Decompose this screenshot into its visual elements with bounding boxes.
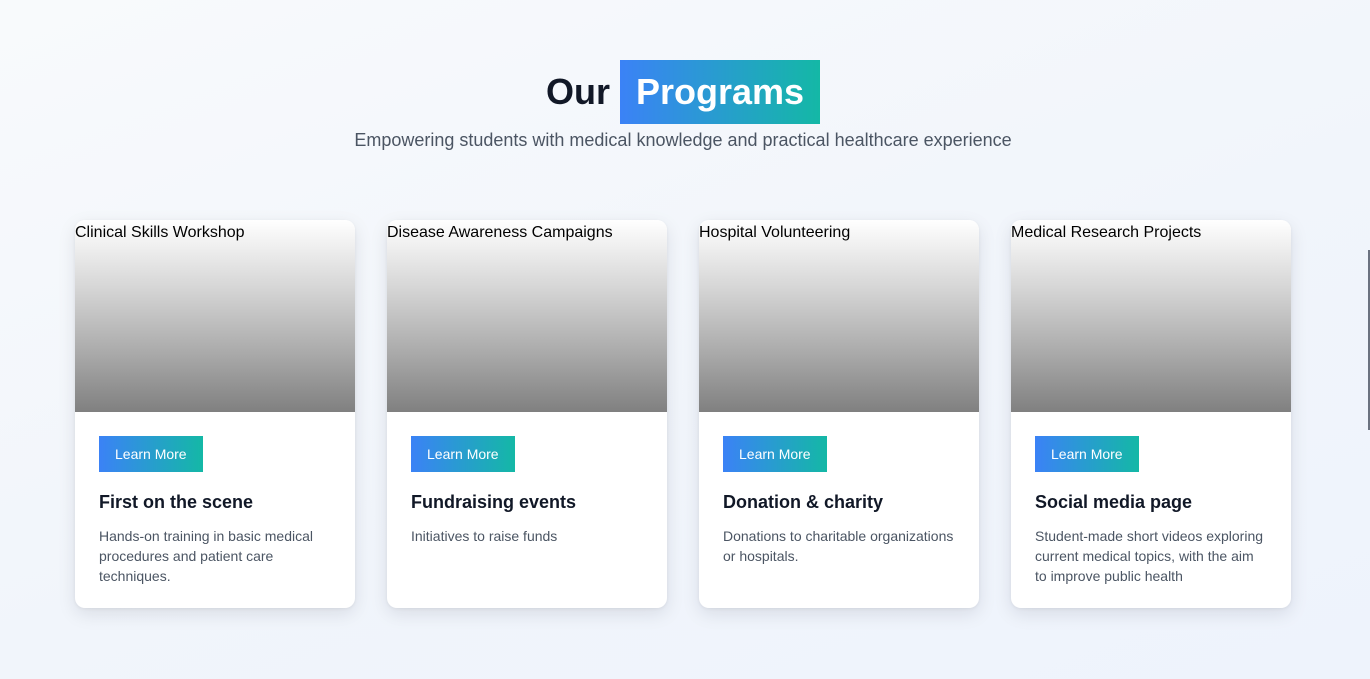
program-card: Clinical Skills Workshop Learn More Firs… (75, 220, 355, 608)
section-title-plain: Our (545, 71, 610, 112)
program-image-alt-text: Medical Research Projects (1011, 224, 1202, 241)
program-description: Donations to charitable organizations or… (723, 528, 954, 564)
section-heading: Our Programs Empowering students with me… (0, 60, 1366, 151)
section-title-highlight: Programs (619, 60, 821, 124)
program-description: Hands-on training in basic medical proce… (99, 528, 313, 584)
program-title: Donation & charity (723, 492, 884, 512)
section-subtitle: Empowering students with medical knowled… (354, 130, 1012, 150)
program-card: Disease Awareness Campaigns Learn More F… (387, 220, 667, 608)
program-title: Social media page (1035, 492, 1193, 512)
program-image: Hospital Volunteering (699, 220, 979, 412)
program-card: Medical Research Projects Learn More Soc… (1011, 220, 1291, 608)
program-image-alt-text: Hospital Volunteering (699, 224, 851, 241)
program-card: Hospital Volunteering Learn More Donatio… (699, 220, 979, 608)
program-card-body: Learn More Donation & charity Donations … (699, 412, 979, 566)
program-image: Medical Research Projects (1011, 220, 1291, 412)
program-card-body: Learn More Social media page Student-mad… (1011, 412, 1291, 586)
program-cards: Clinical Skills Workshop Learn More Firs… (75, 220, 1291, 608)
program-description: Student-made short videos exploring curr… (1035, 528, 1264, 584)
program-title: First on the scene (99, 492, 254, 512)
program-image-alt-text: Disease Awareness Campaigns (387, 224, 613, 241)
program-image-alt-text: Clinical Skills Workshop (75, 224, 245, 241)
program-description: Initiatives to raise funds (411, 528, 558, 544)
learn-more-button[interactable]: Learn More (1035, 436, 1139, 472)
program-card-body: Learn More Fundraising events Initiative… (387, 412, 667, 546)
section-title: Our Programs (545, 60, 821, 124)
program-image: Disease Awareness Campaigns (387, 220, 667, 412)
program-image: Clinical Skills Workshop (75, 220, 355, 412)
learn-more-button[interactable]: Learn More (411, 436, 515, 472)
learn-more-button[interactable]: Learn More (723, 436, 827, 472)
learn-more-button[interactable]: Learn More (99, 436, 203, 472)
program-card-body: Learn More First on the scene Hands-on t… (75, 412, 355, 586)
program-title: Fundraising events (411, 492, 577, 512)
